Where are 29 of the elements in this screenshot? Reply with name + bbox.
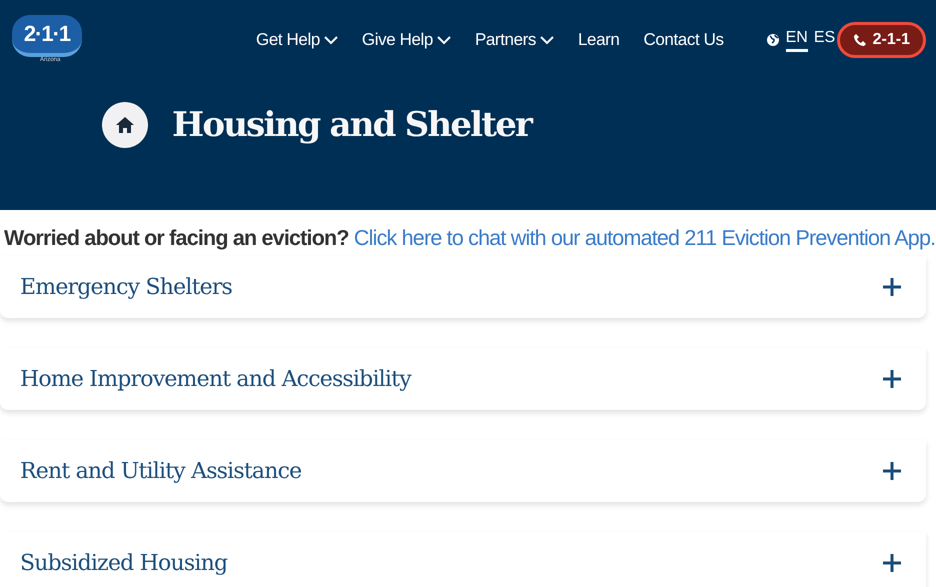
page-title: Housing and Shelter bbox=[172, 105, 532, 145]
accordion-label: Home Improvement and Accessibility bbox=[20, 366, 411, 392]
plus-icon bbox=[882, 553, 902, 573]
language-option[interactable]: ES bbox=[814, 28, 836, 52]
accordion-item[interactable]: Rent and Utility Assistance bbox=[0, 440, 926, 502]
accordion-item[interactable]: Home Improvement and Accessibility bbox=[0, 348, 926, 410]
language-option[interactable]: EN bbox=[786, 28, 808, 52]
chevron-down-icon bbox=[436, 35, 451, 45]
nav-link[interactable]: Give Help bbox=[362, 30, 451, 50]
accordion-item[interactable]: Emergency Shelters bbox=[0, 256, 926, 318]
nav-link[interactable]: Contact Us bbox=[643, 30, 724, 50]
chevron-down-icon bbox=[540, 35, 554, 45]
nav-link[interactable]: Get Help bbox=[256, 30, 338, 50]
accordion-item[interactable]: Subsidized Housing bbox=[0, 532, 926, 587]
nav-link[interactable]: Partners bbox=[474, 30, 554, 50]
phone-icon bbox=[852, 33, 867, 47]
accordion-label: Subsidized Housing bbox=[20, 550, 228, 576]
call-button[interactable]: 2-1-1 bbox=[836, 22, 926, 58]
chevron-down-icon bbox=[324, 35, 338, 45]
globe-icon bbox=[766, 33, 780, 47]
house-icon bbox=[115, 116, 135, 134]
eviction-notice: Worried about or facing an eviction? Click here to chat with our automated 211 Eviction Prevention App. bbox=[4, 226, 936, 251]
eviction-app-link[interactable]: Click here to chat with our automated 211 Eviction Prevention App. bbox=[354, 226, 936, 250]
nav-link[interactable]: Learn bbox=[578, 30, 620, 50]
accordion-label: Emergency Shelters bbox=[20, 274, 232, 300]
accordion-label: Rent and Utility Assistance bbox=[20, 458, 302, 484]
plus-icon bbox=[882, 277, 902, 297]
plus-icon bbox=[882, 461, 902, 481]
plus-icon bbox=[882, 369, 902, 389]
